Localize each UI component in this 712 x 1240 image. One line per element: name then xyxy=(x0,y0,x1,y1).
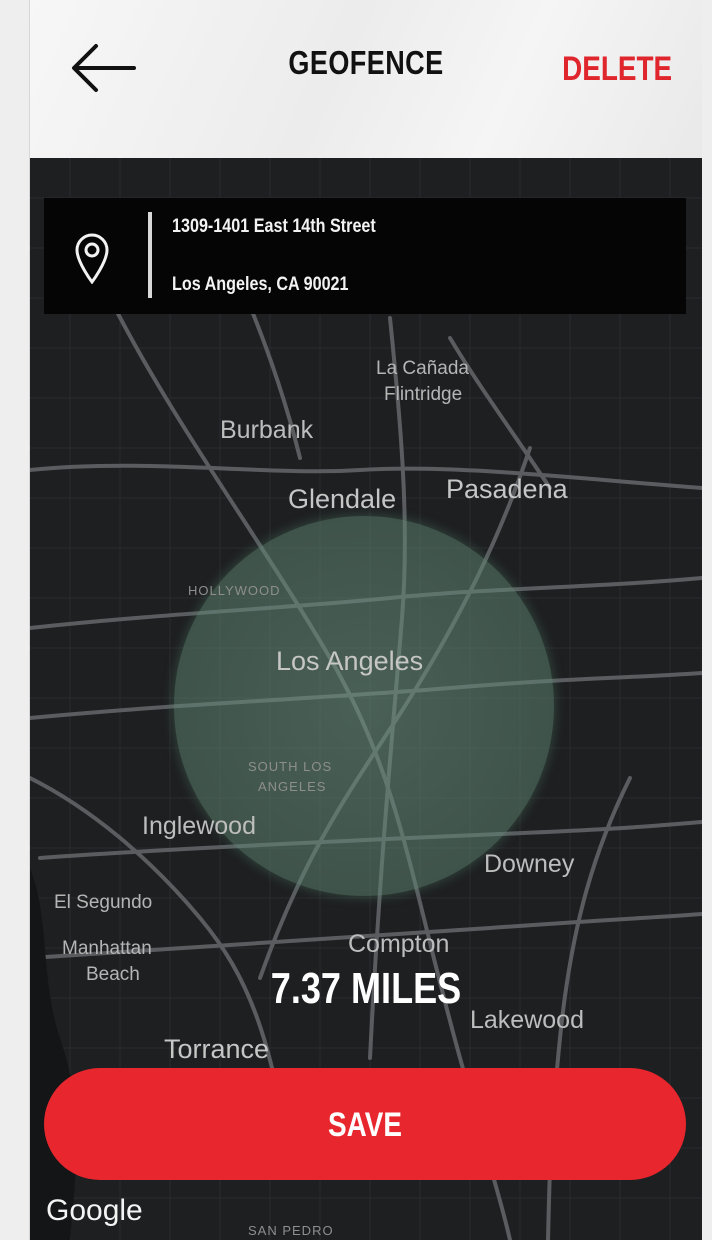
address-card[interactable]: 1309-1401 East 14th Street Los Angeles, … xyxy=(44,198,686,314)
map-label-south-la-1: SOUTH LOS xyxy=(248,759,333,774)
map-view[interactable]: La Cañada Flintridge Burbank Glendale Pa… xyxy=(30,158,702,1240)
map-pin-icon xyxy=(75,233,109,284)
save-button[interactable]: SAVE xyxy=(44,1068,686,1180)
map-label-south-la-2: ANGELES xyxy=(258,779,327,794)
screen-left-edge xyxy=(0,0,30,1240)
map-label-torrance: Torrance xyxy=(164,1034,270,1064)
geofence-radius-label: 7.37 MILES xyxy=(270,964,462,1013)
map-label-los-angeles: Los Angeles xyxy=(276,646,424,676)
map-label-inglewood: Inglewood xyxy=(142,812,256,840)
map-label-manhattan: Manhattan xyxy=(62,938,152,959)
map-label-pasadena: Pasadena xyxy=(446,474,568,504)
map-label-hollywood: HOLLYWOOD xyxy=(188,583,281,598)
map-label-la-canada: La Cañada xyxy=(376,358,469,379)
map-label-el-segundo: El Segundo xyxy=(54,892,153,913)
screen-right-edge xyxy=(702,0,712,1240)
map-label-san-pedro: SAN PEDRO xyxy=(248,1223,334,1238)
google-attribution: Google xyxy=(46,1194,143,1227)
page-title: GEOFENCE xyxy=(288,44,444,81)
app-header: GEOFENCE DELETE xyxy=(30,0,702,158)
map-label-flintridge: Flintridge xyxy=(384,384,463,405)
map-label-glendale: Glendale xyxy=(288,484,397,514)
address-divider xyxy=(148,212,152,298)
map-label-compton: Compton xyxy=(348,930,450,958)
address-line-1: 1309-1401 East 14th Street xyxy=(172,216,376,237)
map-label-burbank: Burbank xyxy=(220,416,314,444)
save-button-label: SAVE xyxy=(328,1106,402,1144)
delete-button[interactable]: DELETE xyxy=(562,50,672,89)
address-line-2: Los Angeles, CA 90021 xyxy=(172,274,349,295)
map-label-downey: Downey xyxy=(484,850,575,878)
